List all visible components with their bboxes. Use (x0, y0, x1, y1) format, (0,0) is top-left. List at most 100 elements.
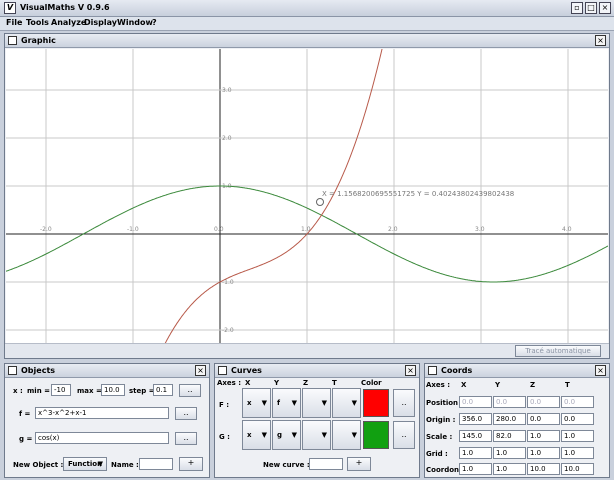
new-curve-label: New curve : (263, 461, 310, 469)
graphic-window: Graphic × -2.0 -1.0 0.0 1.0 2.0 3.0 4.0 3.0 2.0 1… (4, 33, 610, 359)
max-label: max = (77, 387, 102, 395)
origin-x-field[interactable]: 356.0 (459, 413, 492, 425)
auto-trace-button[interactable]: Tracé automatique (515, 345, 601, 357)
origin-z-field[interactable]: 0.0 (527, 413, 560, 425)
curves-window: Curves × Axes : X Y Z T Color F : x ▼ f ▼ … (214, 363, 420, 478)
f-options-button[interactable]: .. (175, 407, 197, 420)
curve-g-x-value: x (247, 431, 252, 439)
curve-f-y-value: f (277, 399, 281, 407)
grid-x-field[interactable]: 1.0 (459, 447, 492, 459)
scale-y-field[interactable]: 82.0 (493, 430, 526, 442)
chevron-down-icon: ▼ (261, 399, 267, 407)
grid-z-field[interactable]: 1.0 (527, 447, 560, 459)
coordon-z-field[interactable]: 10.0 (527, 463, 560, 475)
position-label: Position : (426, 399, 464, 407)
new-curve-name-input[interactable] (309, 458, 343, 470)
menu-file[interactable]: File (6, 18, 22, 27)
chevron-down-icon: ▼ (321, 431, 327, 439)
menu-tools[interactable]: Tools (26, 18, 49, 27)
new-object-label: New Object : (13, 461, 64, 469)
menu-help[interactable]: ? (152, 18, 157, 27)
graph-canvas[interactable]: -2.0 -1.0 0.0 1.0 2.0 3.0 4.03.02.01.0-1.0-2.0… (6, 49, 608, 343)
graphic-title: Graphic (21, 36, 56, 45)
curves-header-z: Z (303, 379, 309, 387)
x-tick-label: 0.0 (214, 226, 224, 233)
curve-f-y-select[interactable]: f ▼ (272, 388, 301, 418)
curves-header-y: Y (274, 379, 280, 387)
objects-window: Objects × x : min = -10 max = 10.0 step … (4, 363, 210, 478)
curve-g-options-button[interactable]: .. (393, 421, 415, 449)
curve-g-y-select[interactable]: g ▼ (272, 420, 301, 450)
add-curve-button[interactable]: + (347, 457, 371, 471)
close-icon[interactable]: × (405, 365, 416, 376)
x-tick-label: 4.0 (562, 226, 572, 233)
curves-header-color: Color (361, 379, 382, 387)
curves-title: Curves (231, 366, 262, 375)
frame-icon (8, 366, 17, 375)
coordon-x-field[interactable]: 1.0 (459, 463, 492, 475)
origin-t-field[interactable]: 0.0 (561, 413, 594, 425)
coords-header-t: T (565, 381, 570, 389)
coordon-t-field[interactable]: 10.0 (561, 463, 594, 475)
curve-g-y-value: g (277, 431, 283, 439)
menu-bar: File Tools Analyze Display Window ? (0, 17, 614, 31)
curves-header-t: T (332, 379, 337, 387)
curve-g-x-select[interactable]: x ▼ (242, 420, 271, 450)
coordon-y-field[interactable]: 1.0 (493, 463, 526, 475)
grid-y-field[interactable]: 1.0 (493, 447, 526, 459)
graphic-footer: Tracé automatique (5, 343, 609, 358)
close-icon[interactable]: × (599, 2, 611, 14)
min-input[interactable]: -10 (51, 384, 71, 396)
g-label: g = (19, 435, 33, 443)
menu-display[interactable]: Display (84, 18, 117, 27)
chevron-down-icon: ▼ (291, 431, 297, 439)
curve-f-t-select[interactable]: ▼ (332, 388, 361, 418)
close-icon[interactable]: × (595, 365, 606, 376)
curve-f-label: F : (219, 401, 230, 409)
chevron-down-icon: ▼ (291, 399, 297, 407)
menu-window[interactable]: Window (117, 18, 153, 27)
curve-g-t-select[interactable]: ▼ (332, 420, 361, 450)
curve-f-options-button[interactable]: .. (393, 389, 415, 417)
curve-g-color-swatch[interactable] (363, 421, 389, 449)
chevron-down-icon: ▼ (261, 431, 267, 439)
range-options-button[interactable]: .. (179, 384, 201, 397)
curve-f-color-swatch[interactable] (363, 389, 389, 417)
name-label: Name : (111, 461, 139, 469)
add-object-button[interactable]: + (179, 457, 203, 471)
chevron-down-icon: ▼ (351, 399, 357, 407)
graphic-titlebar: Graphic × (5, 34, 609, 48)
f-label: f = (19, 410, 31, 418)
scale-z-field[interactable]: 1.0 (527, 430, 560, 442)
maximize-icon[interactable]: □ (585, 2, 597, 14)
close-icon[interactable]: × (195, 365, 206, 376)
object-type-select[interactable]: Function ▼ (63, 457, 107, 471)
grid-t-field[interactable]: 1.0 (561, 447, 594, 459)
x-label: x : (13, 387, 23, 395)
app-title: VisualMaths V 0.9.6 (20, 3, 110, 12)
step-input[interactable]: 0.1 (153, 384, 173, 396)
x-tick-label: 3.0 (475, 226, 485, 233)
minimize-icon[interactable]: ▫ (571, 2, 583, 14)
coords-header-z: Z (530, 381, 536, 389)
app-logo-icon: V (4, 2, 16, 14)
scale-t-field[interactable]: 1.0 (561, 430, 594, 442)
close-icon[interactable]: × (595, 35, 606, 46)
curve-f-x-select[interactable]: x ▼ (242, 388, 271, 418)
max-input[interactable]: 10.0 (101, 384, 125, 396)
scale-x-field[interactable]: 145.0 (459, 430, 492, 442)
coords-window: Coords × Axes : X Y Z T Position : 0.0 0… (424, 363, 610, 478)
chevron-down-icon: ▼ (321, 399, 327, 407)
g-expression-input[interactable]: cos(x) (35, 432, 169, 444)
g-options-button[interactable]: .. (175, 432, 197, 445)
frame-icon (428, 366, 437, 375)
position-t-field: 0.0 (561, 396, 594, 408)
curve-g-z-select[interactable]: ▼ (302, 420, 331, 450)
coords-header-y: Y (495, 381, 501, 389)
f-expression-input[interactable]: x^3-x^2+x-1 (35, 407, 169, 419)
chevron-down-icon: ▼ (351, 431, 357, 439)
curve-f-z-select[interactable]: ▼ (302, 388, 331, 418)
object-name-input[interactable] (139, 458, 173, 470)
menu-analyze[interactable]: Analyze (51, 18, 86, 27)
origin-y-field[interactable]: 280.0 (493, 413, 526, 425)
